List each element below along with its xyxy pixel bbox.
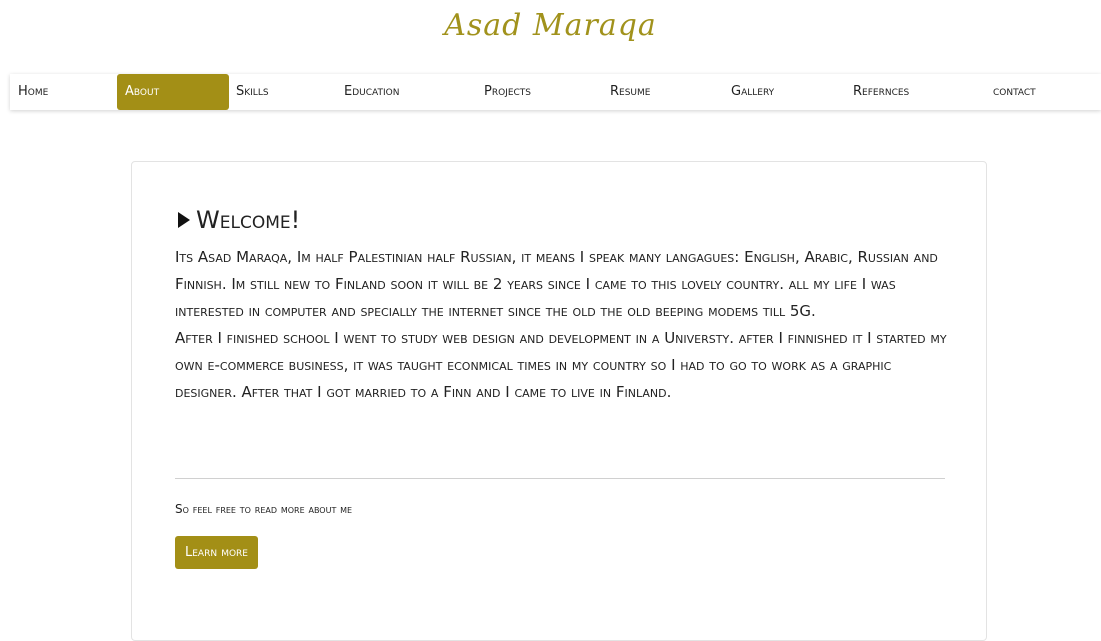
nav-item-resume[interactable]: Resume — [610, 74, 650, 110]
about-paragraph-2: After I finished school I went to study … — [175, 329, 947, 401]
triangle-right-icon — [178, 212, 190, 228]
nav-item-skills[interactable]: Skills — [236, 74, 269, 110]
main-navbar: Home About Skills Education Projects Res… — [10, 74, 1101, 110]
nav-item-gallery[interactable]: Gallery — [731, 74, 774, 110]
feel-free-text: So feel free to read more about me — [175, 502, 353, 516]
about-card: Welcome! Its Asad Maraqa, Im half Palest… — [131, 161, 987, 641]
section-divider — [175, 478, 945, 479]
nav-item-about[interactable]: About — [117, 74, 229, 110]
nav-item-contact[interactable]: contact — [993, 74, 1036, 110]
welcome-heading-text: Welcome! — [196, 206, 301, 234]
site-logo[interactable]: Asad Maraqa — [0, 8, 1101, 43]
welcome-heading: Welcome! — [178, 206, 300, 234]
nav-item-education[interactable]: Education — [344, 74, 399, 110]
nav-item-projects[interactable]: Projects — [484, 74, 531, 110]
about-paragraph-1: Its Asad Maraqa, Im half Palestinian hal… — [175, 248, 938, 320]
nav-item-home[interactable]: Home — [18, 74, 48, 110]
nav-item-references[interactable]: Refernces — [853, 74, 909, 110]
learn-more-button[interactable]: Learn more — [175, 536, 258, 569]
about-text: Its Asad Maraqa, Im half Palestinian hal… — [175, 244, 950, 406]
